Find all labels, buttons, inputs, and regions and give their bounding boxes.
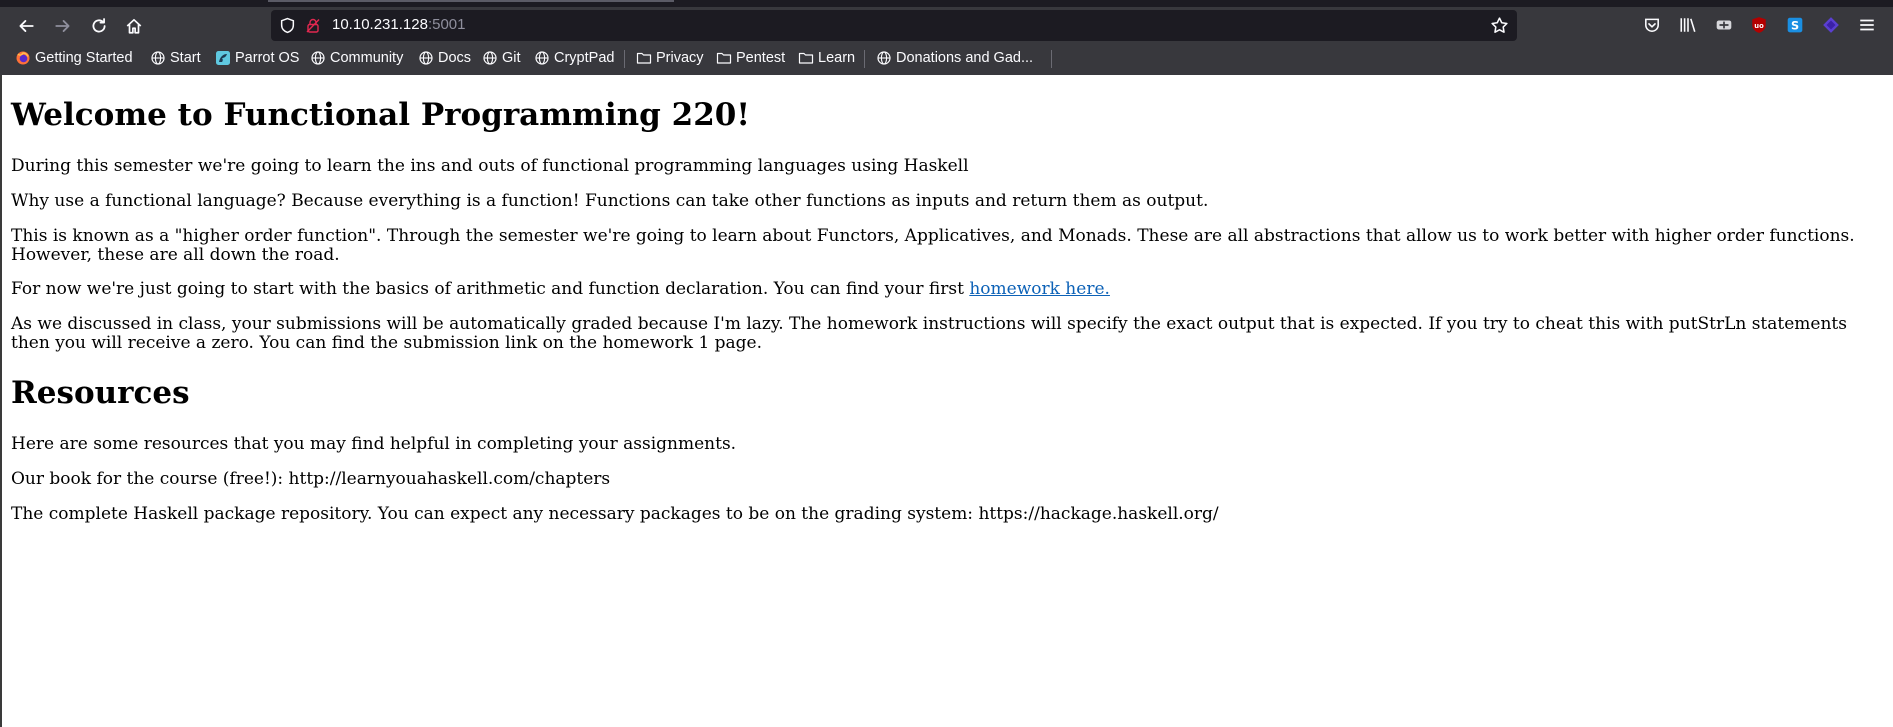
globe-icon (310, 50, 326, 66)
folder-icon (798, 50, 814, 66)
library-button[interactable] (1677, 14, 1699, 36)
bookmark-separator (624, 50, 625, 68)
url-host: 10.10.231.128 (332, 16, 428, 33)
ublock-origin-icon: uo (1752, 17, 1766, 33)
bookmark-label: Start (170, 50, 201, 66)
page-title: Welcome to Functional Programming 220! (11, 97, 750, 133)
folder-icon (636, 50, 652, 66)
s-extension-icon: S (1787, 17, 1803, 33)
bookmark-star-icon[interactable] (1490, 16, 1509, 35)
paragraph-intro: During this semester we're going to lear… (11, 156, 969, 176)
bookmark-parrot-os[interactable]: Parrot OS (215, 48, 299, 68)
bookmark-folder-learn[interactable]: Learn (798, 48, 855, 68)
arrow-right-icon (55, 20, 70, 32)
bookmark-getting-started[interactable]: Getting Started (15, 48, 133, 68)
bookmark-folder-pentest[interactable]: Pentest (716, 48, 785, 68)
browser-toolbar: 10.10.231.128:5001 uo S Getting Started … (0, 0, 1893, 75)
bookmark-community[interactable]: Community (310, 48, 403, 68)
paragraph-why-functional: Why use a functional language? Because e… (11, 191, 1209, 211)
bookmark-docs[interactable]: Docs (418, 48, 471, 68)
paragraph-homework: For now we're just going to start with t… (11, 280, 1886, 299)
extension-diamond-button[interactable] (1820, 14, 1842, 36)
globe-icon (534, 50, 550, 66)
paragraph-higher-order: This is known as a "higher order functio… (11, 226, 1855, 265)
folder-icon (716, 50, 732, 66)
arrow-left-icon (19, 20, 34, 32)
svg-text:uo: uo (1754, 22, 1764, 30)
reload-icon (92, 18, 106, 33)
globe-icon (876, 50, 892, 66)
bookmark-label: Git (502, 50, 521, 66)
bookmark-label: Parrot OS (235, 50, 300, 66)
url-text[interactable]: 10.10.231.128:5001 (332, 16, 465, 33)
paragraph-grading: As we discussed in class, your submissio… (11, 314, 1847, 353)
firefox-icon (15, 50, 31, 66)
extension-button-1[interactable] (1713, 14, 1735, 36)
bookmark-label: Learn (818, 50, 856, 66)
bookmark-label: CryptPad (554, 50, 615, 66)
bookmark-start[interactable]: Start (150, 48, 201, 68)
home-icon (126, 18, 142, 34)
home-button[interactable] (120, 12, 148, 40)
paragraph-book: Our book for the course (free!): http://… (11, 469, 611, 489)
bookmark-label: Community (330, 50, 404, 66)
reload-button[interactable] (85, 12, 113, 40)
window-edge (0, 75, 2, 727)
bookmark-label: Privacy (656, 50, 704, 66)
bookmark-label: Pentest (736, 50, 786, 66)
paragraph-resources-intro: Here are some resources that you may fin… (11, 434, 737, 454)
paragraph-package-repo: The complete Haskell package repository.… (11, 504, 1219, 524)
pocket-icon (1645, 18, 1659, 32)
extension-s-button[interactable]: S (1784, 14, 1806, 36)
globe-icon (482, 50, 498, 66)
bookmark-separator (864, 50, 865, 68)
bookmark-git[interactable]: Git (482, 48, 521, 68)
globe-icon (150, 50, 166, 66)
parrot-icon (215, 50, 231, 66)
globe-icon (418, 50, 434, 66)
menu-button[interactable] (1856, 14, 1878, 36)
bookmark-separator (1051, 50, 1052, 68)
bookmark-folder-privacy[interactable]: Privacy (636, 48, 704, 68)
extension-icon (1716, 20, 1732, 30)
url-port: :5001 (427, 16, 466, 33)
shield-icon[interactable] (279, 17, 296, 34)
svg-text:S: S (1791, 20, 1799, 33)
bookmark-cryptpad[interactable]: CryptPad (534, 48, 614, 68)
bookmark-label: Getting Started (35, 50, 133, 66)
ublock-button[interactable]: uo (1748, 14, 1770, 36)
insecure-lock-icon[interactable] (305, 17, 321, 34)
homework-link[interactable]: homework here. (969, 279, 1110, 299)
resources-heading: Resources (11, 375, 190, 411)
forward-button[interactable] (49, 12, 77, 40)
homework-text: For now we're just going to start with t… (11, 279, 970, 299)
pocket-button[interactable] (1641, 14, 1663, 36)
bookmark-donations[interactable]: Donations and Gad... (876, 48, 1033, 68)
hamburger-menu-icon (1860, 19, 1874, 31)
url-bar[interactable]: 10.10.231.128:5001 (271, 10, 1517, 41)
tab-strip (0, 0, 1893, 7)
back-button[interactable] (12, 12, 40, 40)
diamond-extension-icon (1823, 17, 1839, 33)
library-icon (1680, 18, 1696, 32)
bookmark-label: Docs (438, 50, 472, 66)
bookmark-label: Donations and Gad... (896, 50, 1034, 66)
bookmarks-toolbar: Getting Started Start Parrot OS Communit… (0, 44, 1893, 72)
